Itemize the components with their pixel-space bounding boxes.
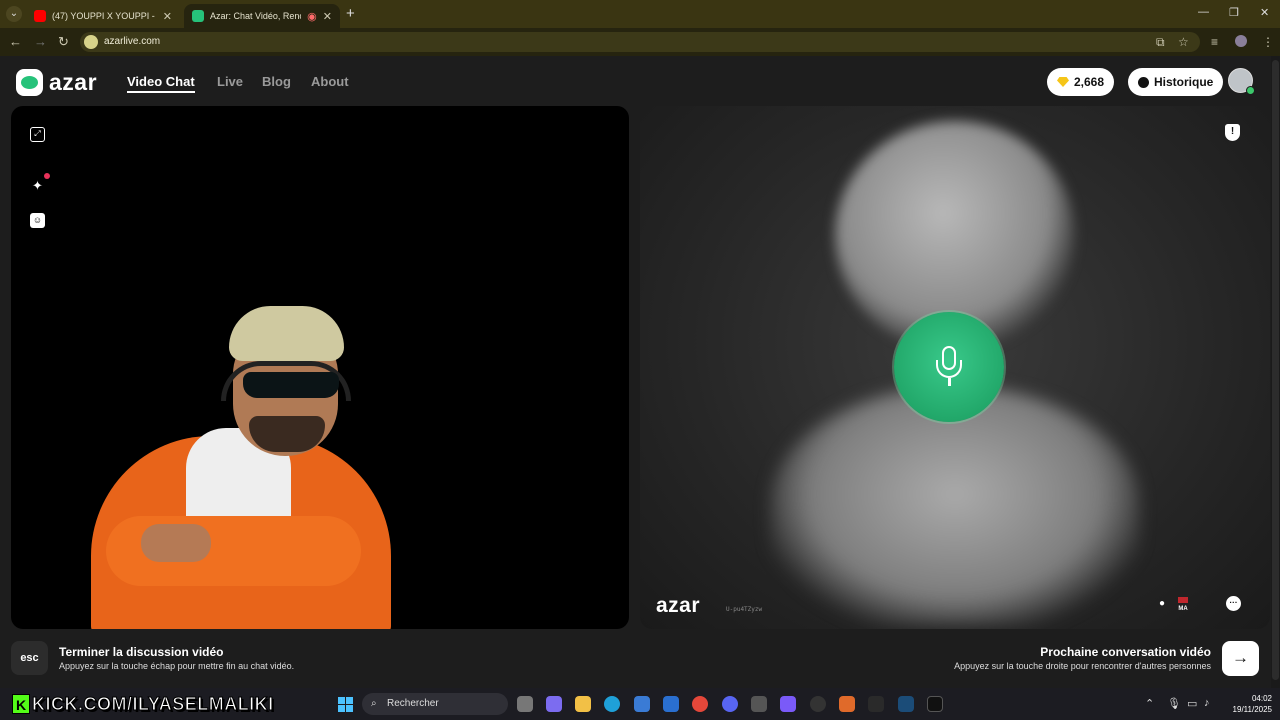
chat-bubble-icon[interactable]: ··· (1226, 596, 1241, 611)
country-code: MA (1178, 606, 1188, 612)
search-icon: ⌕ (371, 698, 377, 709)
page-scrollbar[interactable] (1271, 56, 1280, 688)
esc-key-button[interactable]: esc (11, 641, 48, 675)
report-shield-icon[interactable]: ! (1225, 124, 1240, 141)
chrome-icon[interactable] (692, 696, 708, 712)
azar-logo[interactable]: azar (16, 69, 97, 96)
fullscreen-icon[interactable]: ⤢ (30, 127, 45, 142)
new-badge-dot (44, 173, 50, 179)
nav-about[interactable]: About (311, 74, 349, 89)
tab-search-chevron-icon[interactable]: ⌄ (6, 6, 22, 22)
remote-user-id: U-pu4TZyzw (726, 606, 763, 613)
site-info-icon[interactable] (84, 35, 98, 49)
tab-title: Azar: Chat Vidéo, Rencontre (210, 11, 301, 21)
tray-chevron-icon[interactable]: ⌃ (1145, 697, 1154, 710)
tray-network-icon[interactable]: ▭ (1187, 697, 1197, 710)
close-tab-icon[interactable]: ✕ (163, 10, 172, 23)
logo-text: azar (49, 69, 98, 95)
clock-date: 19/11/2025 (1232, 705, 1272, 714)
azar-page: azar Video Chat Live Blog About 2,668 Hi… (0, 56, 1280, 688)
discord-icon[interactable] (722, 696, 738, 712)
forward-icon[interactable]: → (34, 34, 47, 49)
kick-channel-text: KICK.COM/ILYASELMALIKI (32, 693, 274, 714)
steam-icon[interactable] (898, 696, 914, 712)
person-icon[interactable]: ● (1154, 596, 1170, 612)
bookmark-star-icon[interactable]: ☆ (1178, 35, 1189, 49)
online-status-dot (1246, 86, 1255, 95)
gems-button[interactable]: 2,668 (1047, 68, 1115, 96)
morocco-flag-icon (1178, 597, 1188, 603)
next-chat-title: Prochaine conversation vidéo (1040, 645, 1211, 659)
person-sunglasses (243, 372, 339, 398)
restore-icon[interactable]: ❐ (1229, 6, 1239, 19)
remote-video: ! azar U-pu4TZyzw ● MA ··· (640, 106, 1270, 629)
tab-title: (47) YOUPPI X YOUPPI - RASPO (52, 11, 157, 21)
app-dark-icon[interactable] (868, 696, 884, 712)
copilot-icon[interactable] (546, 696, 562, 712)
sticker-face-icon[interactable]: ☺ (30, 213, 45, 228)
azar-logo-icon (16, 69, 43, 96)
end-chat-title: Terminer la discussion vidéo (59, 645, 224, 659)
profile-avatar-icon[interactable] (1235, 35, 1247, 47)
close-tab-icon[interactable]: ✕ (323, 10, 332, 23)
voice-only-mic-icon (894, 312, 1004, 422)
nav-blog[interactable]: Blog (262, 74, 291, 89)
minimize-icon[interactable]: — (1198, 6, 1209, 18)
windows-start-icon[interactable] (338, 697, 353, 712)
task-view-icon[interactable] (517, 696, 533, 712)
tray-volume-icon[interactable]: ♪ (1204, 697, 1210, 709)
person-hands (141, 524, 211, 562)
kick-logo-icon: K (12, 694, 30, 714)
media-control-icon[interactable]: ≡ (1211, 35, 1218, 49)
history-label: Historique (1154, 75, 1214, 89)
recording-icon: ◉ (307, 10, 317, 23)
azar-watermark: azar (656, 594, 701, 617)
tray-mic-icon[interactable]: 🎙 (1167, 697, 1181, 710)
effects-sparkle-icon[interactable]: ✦ (30, 178, 45, 193)
person-beard (249, 416, 325, 452)
app-orange-icon[interactable] (839, 696, 855, 712)
next-chat-hint: Appuyez sur la touche droite pour rencon… (954, 661, 1211, 671)
close-window-icon[interactable]: ✕ (1260, 6, 1269, 19)
gem-icon (1057, 77, 1069, 87)
kick-stream-overlay: K KICK.COM/ILYASELMALIKI (12, 693, 274, 715)
taskbar-search[interactable]: ⌕ Rechercher (362, 693, 508, 715)
install-app-icon[interactable]: ⧉ (1156, 35, 1165, 50)
mail-icon[interactable] (663, 696, 679, 712)
tab-youtube[interactable]: (47) YOUPPI X YOUPPI - RASPO ✕ (26, 4, 180, 28)
person-hair (229, 306, 344, 361)
country-badge: MA (1178, 597, 1188, 613)
new-tab-icon[interactable]: + (346, 5, 355, 22)
capcut-icon[interactable] (927, 696, 943, 712)
store-icon[interactable] (634, 696, 650, 712)
next-arrow-button[interactable]: → (1222, 641, 1259, 676)
game-controller-icon[interactable] (780, 696, 796, 712)
omnibox[interactable]: azarlive.com (80, 32, 1200, 52)
file-explorer-icon[interactable] (575, 696, 591, 712)
azar-favicon-icon (192, 10, 204, 22)
blurred-body-placeholder (770, 386, 1140, 626)
back-icon[interactable]: ← (9, 34, 22, 49)
end-chat-hint: Appuyez sur la touche échap pour mettre … (59, 661, 295, 671)
nav-video-chat[interactable]: Video Chat (127, 74, 195, 93)
tab-azar[interactable]: Azar: Chat Vidéo, Rencontre ◉ ✕ (184, 4, 340, 28)
edge-icon[interactable] (604, 696, 620, 712)
browser-tab-bar: ⌄ (47) YOUPPI X YOUPPI - RASPO ✕ Azar: C… (0, 0, 1280, 28)
taskbar-clock[interactable]: 04:02 19/11/2025 (1222, 693, 1272, 715)
history-icon (1138, 76, 1149, 88)
search-placeholder: Rechercher (387, 698, 439, 709)
local-video: ⤢ ✦ ☺ (11, 106, 629, 629)
youtube-favicon-icon (34, 10, 46, 22)
browser-menu-icon[interactable]: ⋮ (1262, 35, 1274, 49)
history-button[interactable]: Historique (1128, 68, 1224, 96)
nav-live[interactable]: Live (217, 74, 243, 89)
photos-icon[interactable] (751, 696, 767, 712)
obs-icon[interactable] (810, 696, 826, 712)
clock-time: 04:02 (1251, 694, 1272, 703)
reload-icon[interactable]: ↻ (58, 34, 69, 50)
url-text: azarlive.com (104, 36, 161, 47)
gems-count: 2,668 (1074, 75, 1105, 89)
